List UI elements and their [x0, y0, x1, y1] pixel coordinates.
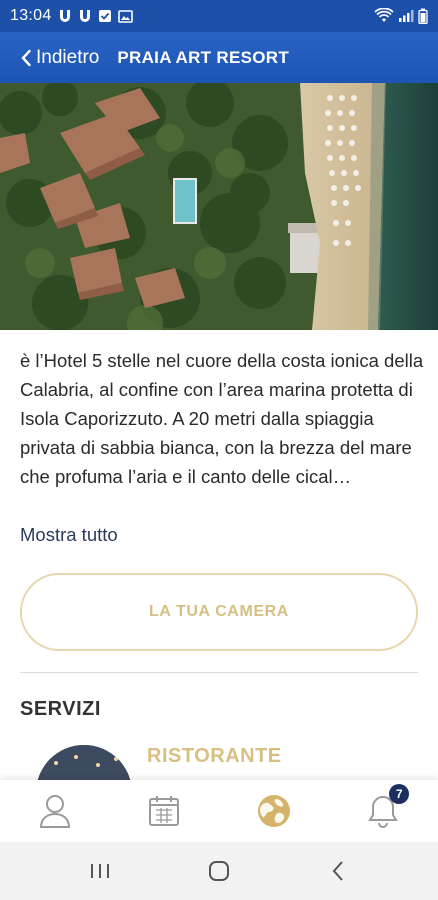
user-icon [38, 793, 72, 829]
nav-notifications[interactable]: 7 [353, 784, 413, 836]
back-label: Indietro [36, 46, 100, 68]
recent-apps-icon [89, 861, 111, 881]
notification-badge: 7 [389, 784, 410, 804]
recent-apps-button[interactable] [75, 851, 125, 891]
status-left: 13:04 [10, 7, 133, 25]
nav-profile[interactable] [25, 786, 85, 836]
calendar-icon [147, 794, 181, 828]
image-icon [117, 9, 133, 23]
your-room-button[interactable]: LA TUA CAMERA [20, 573, 418, 651]
services-title: SERVIZI [20, 698, 101, 720]
divider [20, 672, 418, 673]
check-message-icon [98, 9, 112, 23]
page-title: PRAIA ART RESORT [117, 47, 290, 67]
status-time: 13:04 [10, 7, 52, 24]
signal-icon [398, 9, 414, 23]
status-right [374, 8, 428, 24]
status-bar: 13:04 [0, 0, 438, 32]
home-button[interactable] [194, 851, 244, 891]
hero-image [0, 83, 438, 330]
bottom-nav: 7 [0, 780, 438, 842]
wifi-icon [374, 8, 394, 24]
back-icon [331, 860, 345, 882]
app-header: Indietro PRAIA ART RESORT [0, 32, 438, 83]
chevron-left-icon [20, 49, 32, 67]
battery-icon [418, 8, 428, 24]
system-nav-bar [0, 842, 438, 900]
service-name[interactable]: RISTORANTE [147, 745, 282, 768]
u-app-icon [78, 9, 92, 23]
u-app-icon [58, 9, 72, 23]
hotel-description: è l’Hotel 5 stelle nel cuore della costa… [20, 350, 424, 487]
back-button[interactable]: Indietro [20, 47, 99, 69]
system-back-button[interactable] [313, 851, 363, 891]
nav-calendar[interactable] [134, 786, 194, 836]
globe-icon [256, 793, 292, 829]
home-icon [207, 859, 231, 883]
show-more-link[interactable]: Mostra tutto [20, 524, 118, 546]
nav-explore[interactable] [244, 786, 304, 836]
